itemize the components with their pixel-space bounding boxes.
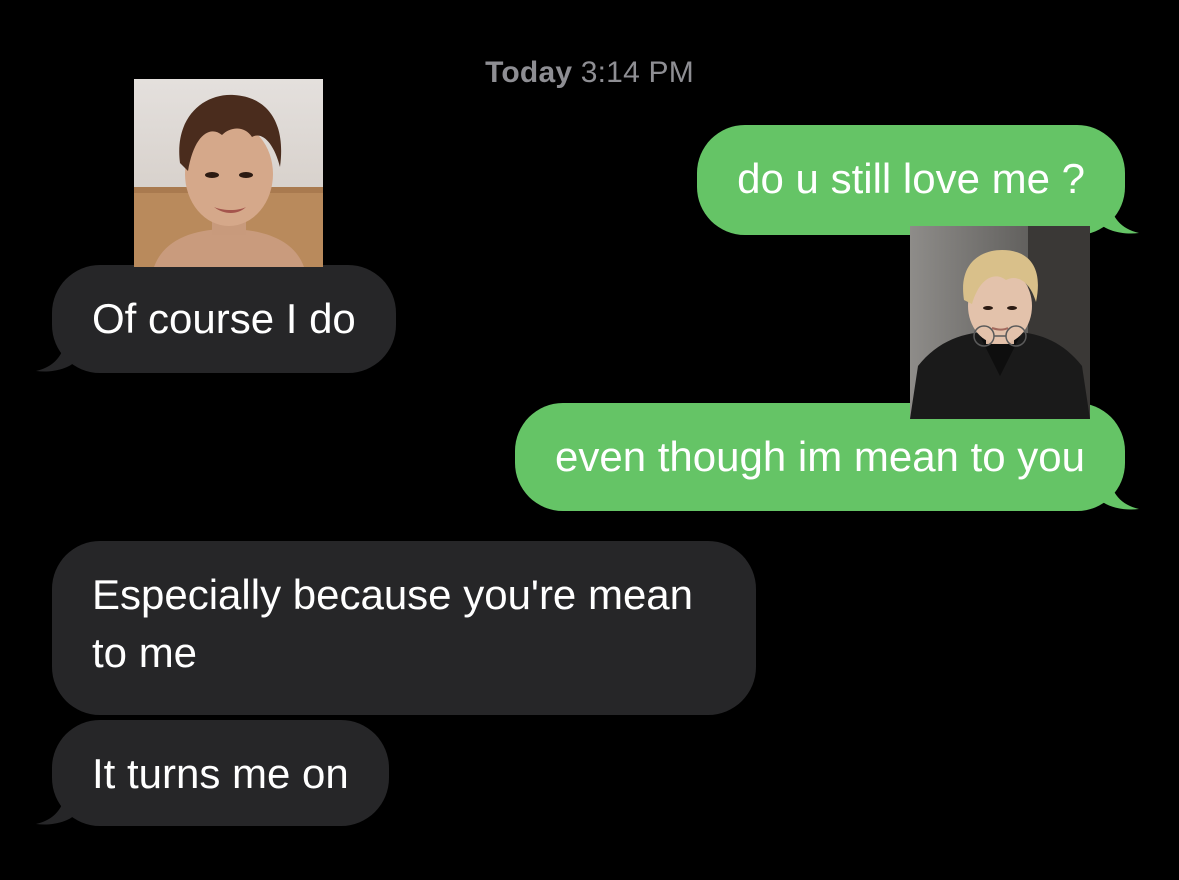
bubble-tail-left xyxy=(36,337,76,372)
timestamp-day: Today xyxy=(485,56,573,89)
message-bubble-sent[interactable]: do u still love me ? xyxy=(697,125,1139,235)
person-photo-icon xyxy=(910,226,1090,419)
avatar-photo-right xyxy=(910,226,1090,419)
avatar-photo-left xyxy=(134,79,323,267)
message-text: do u still love me ? xyxy=(737,155,1085,202)
message-text: Especially because you're mean to me xyxy=(92,571,694,676)
message-text: Of course I do xyxy=(92,295,356,342)
bubble-tail-right xyxy=(1099,199,1139,234)
person-photo-icon xyxy=(134,79,323,267)
message-text: even though im mean to you xyxy=(554,433,1085,480)
timestamp-time: 3:14 PM xyxy=(580,56,694,89)
message-text: It turns me on xyxy=(92,750,349,797)
bubble-tail-right xyxy=(1099,475,1139,510)
bubble-tail-left xyxy=(36,790,76,825)
message-bubble-received[interactable]: It turns me on xyxy=(36,720,389,826)
message-bubble-received[interactable]: Especially because you're mean to me xyxy=(52,541,756,715)
message-bubble-received[interactable]: Of course I do xyxy=(36,265,396,373)
message-bubble-sent[interactable]: even though im mean to you xyxy=(514,403,1139,511)
